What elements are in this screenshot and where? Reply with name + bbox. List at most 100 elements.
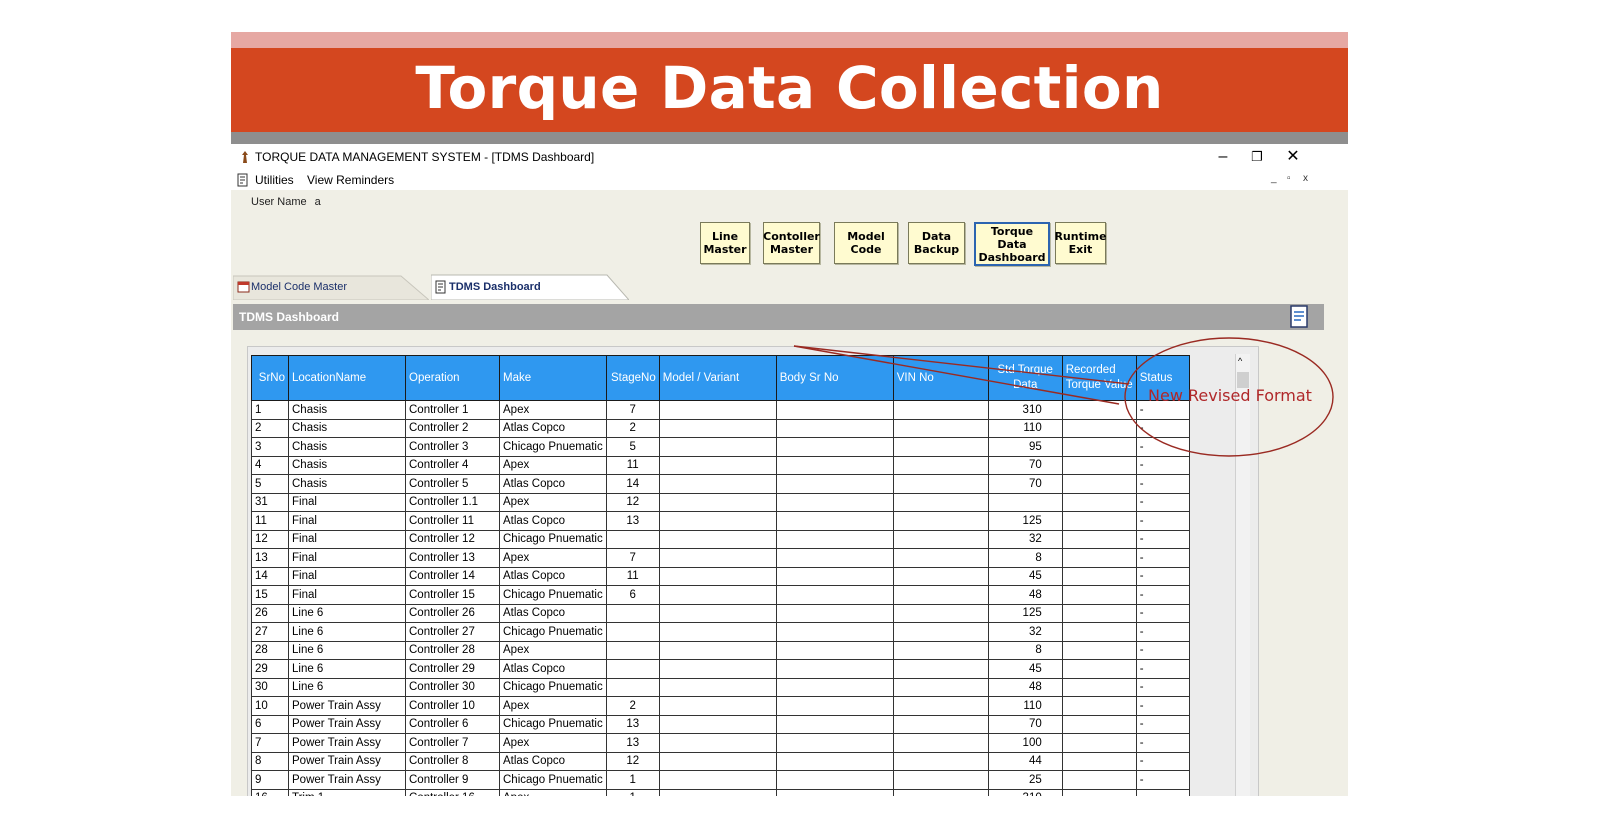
table-cell[interactable] <box>658 585 777 605</box>
table-cell[interactable]: 11 <box>605 566 660 586</box>
table-cell[interactable]: 32 <box>987 622 1063 642</box>
table-cell[interactable] <box>658 751 777 771</box>
table-cell[interactable]: - <box>1135 437 1190 457</box>
table-cell[interactable] <box>775 548 894 568</box>
column-header[interactable]: Body Sr No <box>775 355 894 401</box>
table-row[interactable]: 9 Power Train Assy Controller 9 Chicago Pnu… <box>251 770 1190 790</box>
table-cell[interactable]: - <box>1135 511 1190 531</box>
column-header[interactable]: Std Torque Data <box>987 355 1063 401</box>
table-cell[interactable] <box>605 603 660 623</box>
table-cell[interactable] <box>892 659 989 679</box>
table-cell[interactable] <box>892 511 989 531</box>
table-cell[interactable]: Controller 28 <box>405 640 500 660</box>
table-cell[interactable]: Controller 6 <box>405 714 500 734</box>
table-cell[interactable]: 44 <box>987 751 1063 771</box>
table-cell[interactable] <box>1061 511 1137 531</box>
table-cell[interactable] <box>892 603 989 623</box>
table-cell[interactable]: 9 <box>251 770 289 790</box>
table-cell[interactable]: 6 <box>251 714 289 734</box>
column-header[interactable]: Model / Variant <box>658 355 777 401</box>
table-cell[interactable] <box>892 418 989 438</box>
mdi-minimize-button[interactable]: _ <box>1271 173 1277 184</box>
table-cell[interactable] <box>658 474 777 494</box>
table-cell[interactable]: 70 <box>987 455 1063 475</box>
table-cell[interactable]: 45 <box>987 659 1063 679</box>
table-cell[interactable]: 11 <box>605 455 660 475</box>
table-cell[interactable]: - <box>1135 566 1190 586</box>
table-cell[interactable] <box>892 455 989 475</box>
table-cell[interactable] <box>1061 714 1137 734</box>
table-cell[interactable]: Controller 30 <box>405 677 500 697</box>
table-cell[interactable]: Apex <box>499 640 607 660</box>
table-cell[interactable] <box>892 492 989 512</box>
table-cell[interactable]: Line 6 <box>288 677 406 697</box>
table-cell[interactable]: Final <box>288 585 406 605</box>
table-cell[interactable]: Chasis <box>288 418 406 438</box>
table-cell[interactable]: - <box>1135 418 1190 438</box>
table-cell[interactable]: Controller 14 <box>405 566 500 586</box>
table-cell[interactable] <box>892 788 989 796</box>
table-cell[interactable]: Final <box>288 492 406 512</box>
table-cell[interactable] <box>658 529 777 549</box>
table-cell[interactable] <box>775 529 894 549</box>
table-cell[interactable] <box>775 751 894 771</box>
table-cell[interactable]: Final <box>288 548 406 568</box>
table-cell[interactable] <box>658 696 777 716</box>
table-cell[interactable] <box>1061 585 1137 605</box>
table-cell[interactable]: 27 <box>251 622 289 642</box>
table-cell[interactable]: Controller 1.1 <box>405 492 500 512</box>
table-row[interactable]: 16Trim 1Controller 16Apex1 310 - <box>251 788 1190 796</box>
table-cell[interactable]: Controller 27 <box>405 622 500 642</box>
column-header[interactable]: VIN No <box>892 355 989 401</box>
table-cell[interactable]: 13 <box>605 511 660 531</box>
table-cell[interactable]: 15 <box>251 585 289 605</box>
scroll-up-icon[interactable]: ^ <box>1238 356 1242 366</box>
table-cell[interactable]: 12 <box>251 529 289 549</box>
table-cell[interactable]: Chicago Pnuematic <box>499 437 607 457</box>
table-cell[interactable]: 13 <box>605 733 660 753</box>
table-cell[interactable]: Controller 11 <box>405 511 500 531</box>
table-cell[interactable] <box>775 585 894 605</box>
table-cell[interactable]: - <box>1135 548 1190 568</box>
table-cell[interactable] <box>605 659 660 679</box>
table-cell[interactable] <box>1061 492 1137 512</box>
table-cell[interactable] <box>892 400 989 420</box>
table-cell[interactable] <box>1061 788 1137 796</box>
table-cell[interactable]: Atlas Copco <box>499 603 607 623</box>
table-cell[interactable]: 48 <box>987 585 1063 605</box>
table-cell[interactable] <box>775 437 894 457</box>
table-cell[interactable] <box>658 603 777 623</box>
column-header[interactable]: StageNo <box>605 355 660 401</box>
table-cell[interactable] <box>1061 437 1137 457</box>
table-cell[interactable] <box>775 622 894 642</box>
table-cell[interactable] <box>1061 659 1137 679</box>
table-cell[interactable]: Controller 29 <box>405 659 500 679</box>
table-cell[interactable]: 11 <box>251 511 289 531</box>
table-cell[interactable]: 2 <box>605 418 660 438</box>
minimize-button[interactable]: – <box>1209 146 1237 168</box>
table-cell[interactable]: 70 <box>987 714 1063 734</box>
table-cell[interactable]: - <box>1135 492 1190 512</box>
table-cell[interactable]: Atlas Copco <box>499 418 607 438</box>
table-cell[interactable]: 310 <box>987 400 1063 420</box>
table-cell[interactable]: Chicago Pnuematic <box>499 714 607 734</box>
table-row[interactable]: 1 Chasis Controller 1 Apex 7 310- <box>251 400 1190 420</box>
table-cell[interactable]: Final <box>288 566 406 586</box>
table-cell[interactable]: - <box>1135 733 1190 753</box>
table-cell[interactable] <box>892 677 989 697</box>
table-row[interactable]: 31 Final Controller 1.1 Apex 12 - <box>251 492 1190 512</box>
table-cell[interactable]: 8 <box>987 548 1063 568</box>
table-cell[interactable] <box>605 529 660 549</box>
table-cell[interactable]: 13 <box>605 714 660 734</box>
torque-data-dashboard-button[interactable]: Torque Data Dashboard <box>974 222 1050 266</box>
table-cell[interactable] <box>1061 640 1137 660</box>
table-cell[interactable] <box>605 640 660 660</box>
table-row[interactable]: 28 Line 6 Controller 28 Apex 8 - <box>251 640 1190 660</box>
table-row[interactable]: 14 Final Controller 14 Atlas Copco 11 45 - <box>251 566 1190 586</box>
table-cell[interactable]: 95 <box>987 437 1063 457</box>
table-cell[interactable]: 125 <box>987 603 1063 623</box>
table-cell[interactable] <box>775 696 894 716</box>
table-cell[interactable] <box>1061 733 1137 753</box>
table-cell[interactable]: Power Train Assy <box>288 770 406 790</box>
table-cell[interactable] <box>1061 751 1137 771</box>
